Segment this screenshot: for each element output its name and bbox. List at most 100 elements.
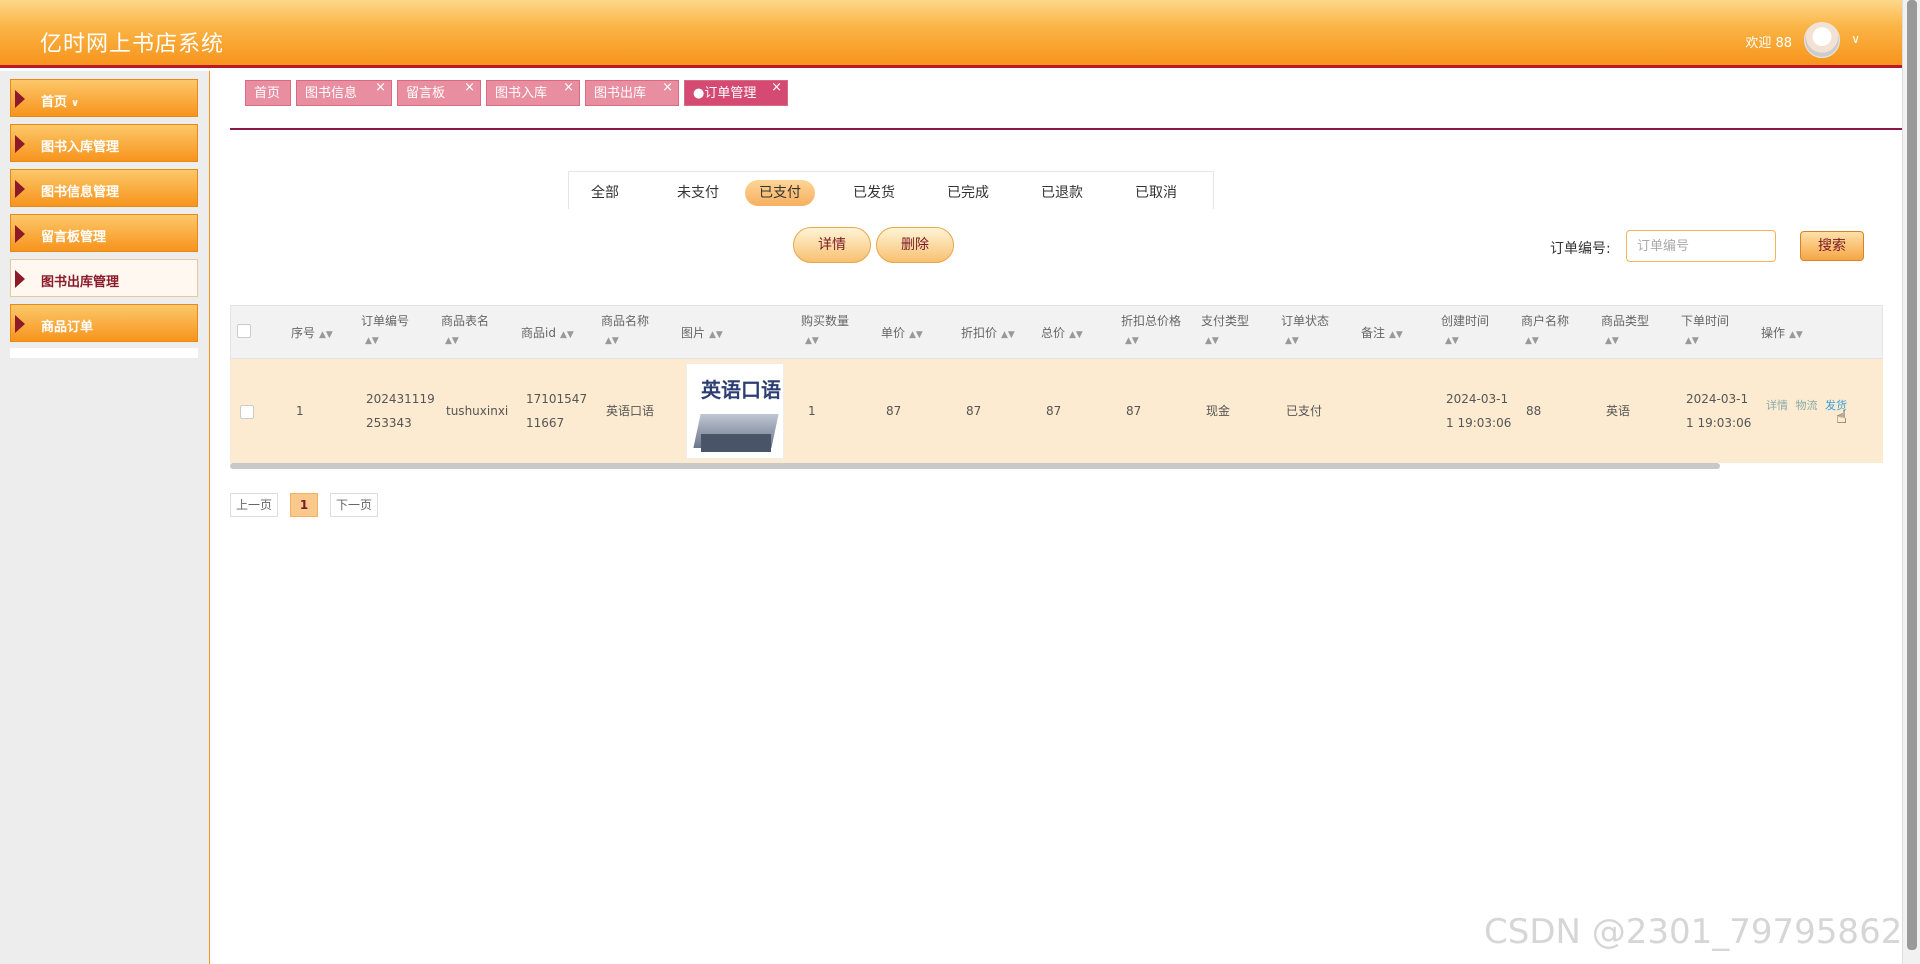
arrow-right-icon: [15, 225, 25, 243]
tab-book-out[interactable]: 图书出库 ×: [585, 80, 679, 106]
sort-icon: ▲▼: [805, 336, 819, 346]
column-header[interactable]: 下单时间 ▲▼: [1681, 312, 1729, 350]
filter-refunded[interactable]: 已退款: [1027, 180, 1097, 206]
row-checkbox[interactable]: [240, 405, 254, 419]
filter-paid[interactable]: 已支付: [745, 180, 815, 206]
product-image[interactable]: 英语口语: [686, 363, 784, 459]
column-header: 操作 ▲▼: [1761, 324, 1803, 344]
close-icon[interactable]: ×: [771, 75, 782, 101]
cell-price: 87: [886, 404, 902, 418]
sidebar-item-book-out[interactable]: 图书出库管理: [10, 259, 198, 297]
column-header[interactable]: 支付类型 ▲▼: [1201, 312, 1249, 350]
cell-merchant: 88: [1526, 404, 1542, 418]
chevron-down-icon: ∨: [71, 98, 80, 109]
filter-completed[interactable]: 已完成: [933, 180, 1003, 206]
sort-icon: ▲▼: [1205, 336, 1219, 346]
cell-goods-name: 英语口语: [606, 404, 655, 418]
sort-icon: ▲▼: [1525, 336, 1539, 346]
tab-book-in[interactable]: 图书入库 ×: [486, 80, 580, 106]
sort-icon: ▲▼: [1605, 336, 1619, 346]
tab-order-management[interactable]: ●订单管理 ×: [684, 80, 788, 106]
book-illustration: [701, 434, 771, 452]
sort-icon: ▲▼: [559, 330, 574, 340]
chevron-down-icon[interactable]: ∨: [1851, 32, 1860, 46]
avatar[interactable]: [1804, 22, 1840, 58]
arrow-right-icon: [15, 90, 25, 108]
column-header[interactable]: 折扣价 ▲▼: [961, 324, 1015, 344]
tab-label: 图书出库: [594, 86, 647, 101]
column-header[interactable]: 商品名称 ▲▼: [601, 312, 649, 350]
column-header[interactable]: 商品表名 ▲▼: [441, 312, 489, 350]
horizontal-scrollbar[interactable]: [230, 463, 1720, 469]
detail-link[interactable]: 详情: [1766, 399, 1788, 412]
tab-label: 图书入库: [495, 86, 548, 101]
select-all-checkbox[interactable]: [237, 324, 251, 338]
sidebar-item-label: 首页: [41, 95, 68, 110]
arrow-right-icon: [15, 315, 25, 333]
sidebar-footer: [10, 348, 198, 358]
logistics-link[interactable]: 物流: [1796, 399, 1818, 412]
filter-unpaid[interactable]: 未支付: [663, 180, 733, 206]
search-button[interactable]: 搜索: [1800, 231, 1864, 261]
sidebar-item-book-info[interactable]: 图书信息管理: [10, 169, 198, 207]
column-header[interactable]: 创建时间 ▲▼: [1441, 312, 1489, 350]
close-icon[interactable]: ×: [563, 75, 574, 101]
search-label: 订单编号:: [1550, 241, 1611, 257]
sidebar-item-label: 图书入库管理: [41, 140, 120, 155]
sidebar: 首页 ∨ 图书入库管理 图书信息管理 留言板管理 图书出库管理 商品订单: [0, 71, 210, 964]
close-icon[interactable]: ×: [375, 75, 386, 101]
column-header[interactable]: 备注 ▲▼: [1361, 324, 1403, 344]
sort-icon: ▲▼: [1285, 336, 1299, 346]
column-header[interactable]: 折扣总价格 ▲▼: [1121, 312, 1181, 350]
hand-cursor-icon: ☝: [1836, 407, 1847, 428]
sort-icon: ▲▼: [445, 336, 459, 346]
column-header[interactable]: 商户名称 ▲▼: [1521, 312, 1569, 350]
product-image-text: 英语口语: [701, 378, 781, 402]
delete-button[interactable]: 删除: [876, 227, 954, 263]
arrow-right-icon: [15, 180, 25, 198]
table-header: 序号 ▲▼ 订单编号 ▲▼ 商品表名 ▲▼ 商品id ▲▼ 商品名称 ▲▼ 图片 ▲▼ 购买…: [230, 305, 1883, 359]
tab-book-info[interactable]: 图书信息 ×: [296, 80, 392, 106]
detail-button[interactable]: 详情: [793, 227, 871, 263]
vertical-scrollbar[interactable]: [1902, 0, 1920, 964]
arrow-right-icon: [15, 135, 25, 153]
sidebar-item-label: 留言板管理: [41, 230, 107, 245]
arrow-right-icon: [15, 270, 25, 288]
scrollbar-thumb[interactable]: [1907, 0, 1917, 950]
sidebar-item-home[interactable]: 首页 ∨: [10, 79, 198, 117]
column-header[interactable]: 订单状态 ▲▼: [1281, 312, 1329, 350]
close-icon[interactable]: ×: [464, 75, 475, 101]
sidebar-item-book-in[interactable]: 图书入库管理: [10, 124, 198, 162]
column-header[interactable]: 总价 ▲▼: [1041, 324, 1083, 344]
cell-status: 已支付: [1286, 404, 1323, 418]
table-row[interactable]: 1 202431119 253343 tushuxinxi 17101547 116…: [230, 359, 1883, 463]
app-title: 亿时网上书店系统: [40, 32, 225, 57]
cell-total: 87: [1046, 404, 1062, 418]
sidebar-item-message-board[interactable]: 留言板管理: [10, 214, 198, 252]
tab-message-board[interactable]: 留言板 ×: [397, 80, 481, 106]
prev-page-button[interactable]: 上一页: [230, 493, 278, 517]
cell-qty: 1: [808, 404, 816, 418]
sort-icon: ▲▼: [1389, 330, 1403, 340]
column-header[interactable]: 商品id ▲▼: [521, 324, 574, 344]
sort-icon: ▲▼: [1125, 336, 1139, 346]
next-page-button[interactable]: 下一页: [330, 493, 378, 517]
column-header[interactable]: 订单编号 ▲▼: [361, 312, 409, 350]
tab-home[interactable]: 首页: [245, 80, 291, 106]
sort-icon: ▲▼: [1069, 330, 1083, 340]
filter-shipped[interactable]: 已发货: [839, 180, 909, 206]
column-header[interactable]: 商品类型 ▲▼: [1601, 312, 1649, 350]
filter-cancelled[interactable]: 已取消: [1121, 180, 1191, 206]
app-header: 亿时网上书店系统 欢迎 88 ∨: [0, 0, 1902, 68]
column-header[interactable]: 图片 ▲▼: [681, 324, 723, 344]
sidebar-item-orders[interactable]: 商品订单: [10, 304, 198, 342]
column-header[interactable]: 序号 ▲▼: [291, 324, 333, 344]
close-icon[interactable]: ×: [662, 75, 673, 101]
filter-all[interactable]: 全部: [577, 180, 633, 206]
order-number-input[interactable]: [1626, 230, 1776, 262]
column-header[interactable]: 购买数量 ▲▼: [801, 312, 849, 350]
page-number-current[interactable]: 1: [290, 493, 318, 517]
column-header[interactable]: 单价 ▲▼: [881, 324, 923, 344]
tab-label: 图书信息: [305, 86, 358, 101]
sidebar-item-label: 图书信息管理: [41, 185, 120, 200]
